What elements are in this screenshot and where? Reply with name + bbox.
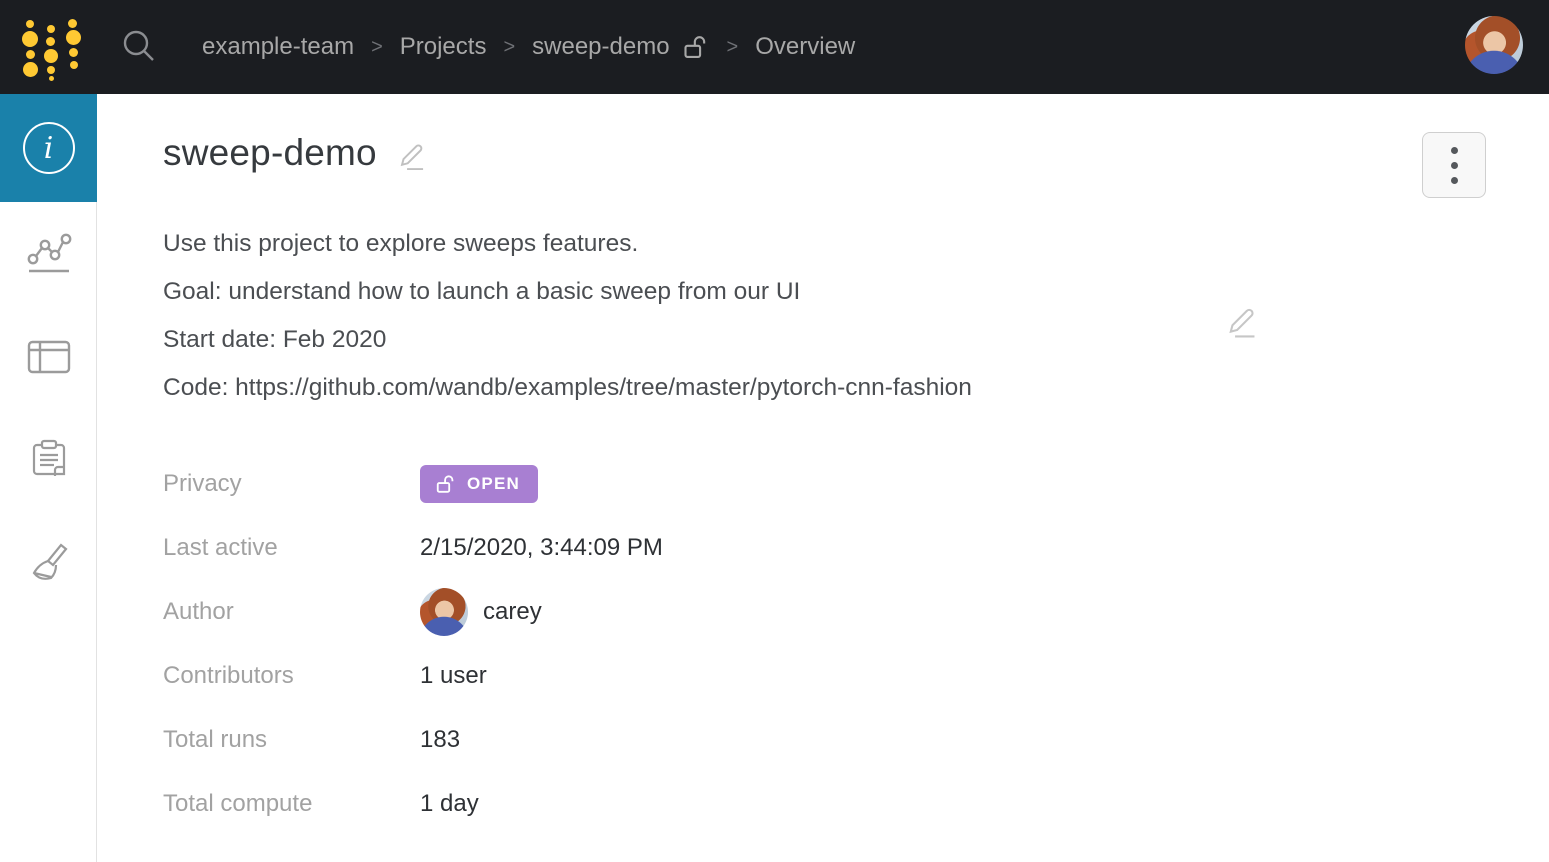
- project-description: Use this project to explore sweeps featu…: [163, 220, 1486, 412]
- sidebar-item-table[interactable]: [0, 305, 97, 408]
- description-line: Code: https://github.com/wandb/examples/…: [163, 374, 972, 401]
- total-compute-value: 1 day: [420, 790, 479, 817]
- total-compute-label: Total compute: [163, 790, 313, 817]
- last-active-label: Last active: [163, 534, 278, 561]
- detail-row-last-active: Last active 2/15/2020, 3:44:09 PM: [163, 516, 1486, 580]
- kebab-dot: [1450, 146, 1458, 154]
- sidebar-item-reports[interactable]: [0, 408, 97, 511]
- contributors-value: 1 user: [420, 662, 487, 689]
- author-avatar[interactable]: [420, 588, 468, 636]
- project-overview-panel: sweep-demo Use this project to explore s…: [98, 94, 1549, 862]
- edit-description-pencil-icon[interactable]: [1225, 306, 1259, 342]
- line-chart-icon: [26, 232, 72, 276]
- search-icon[interactable]: [120, 28, 158, 66]
- breadcrumb-overview[interactable]: Overview: [755, 33, 855, 61]
- top-navigation-bar: example-team > Projects > sweep-demo > O…: [0, 0, 1549, 94]
- privacy-badge-text: OPEN: [467, 474, 520, 493]
- last-active-value: 2/15/2020, 3:44:09 PM: [420, 534, 663, 561]
- privacy-label: Privacy: [163, 470, 242, 497]
- clipboard-icon: [28, 438, 70, 482]
- breadcrumb-projects[interactable]: Projects: [400, 33, 487, 61]
- table-icon: [26, 337, 72, 377]
- total-runs-value: 183: [420, 726, 461, 753]
- page-title: sweep-demo: [163, 132, 377, 173]
- contributors-label: Contributors: [163, 662, 294, 689]
- breadcrumb-separator: >: [371, 35, 383, 58]
- detail-row-privacy: Privacy OPEN: [163, 452, 1486, 516]
- project-sidebar: i: [0, 94, 97, 862]
- description-line: Goal: understand how to launch a basic s…: [163, 278, 801, 305]
- author-label: Author: [163, 598, 234, 625]
- edit-title-pencil-icon[interactable]: [397, 142, 427, 174]
- detail-row-contributors: Contributors 1 user: [163, 644, 1486, 708]
- project-details-table: Privacy OPEN Last active 2/15/2020, 3:44…: [163, 452, 1486, 836]
- breadcrumb-separator: >: [503, 35, 516, 58]
- kebab-dot: [1450, 161, 1458, 169]
- broom-icon: [27, 541, 71, 585]
- breadcrumb-project[interactable]: sweep-demo: [532, 33, 669, 61]
- privacy-open-badge: OPEN: [420, 465, 538, 503]
- wandb-logo-icon[interactable]: [22, 16, 82, 81]
- open-lock-icon: [682, 33, 710, 61]
- sidebar-item-sweeps[interactable]: [0, 511, 97, 614]
- detail-row-total-runs: Total runs 183: [163, 708, 1486, 772]
- open-lock-icon: [436, 475, 454, 493]
- detail-row-author: Author carey: [163, 580, 1486, 644]
- user-avatar[interactable]: [1465, 16, 1523, 74]
- total-runs-label: Total runs: [163, 726, 268, 753]
- kebab-dot: [1450, 176, 1458, 184]
- info-icon: i: [22, 122, 75, 174]
- description-line: Start date: Feb 2020: [163, 326, 387, 353]
- sidebar-item-workspace[interactable]: [0, 202, 97, 305]
- breadcrumb-team[interactable]: example-team: [202, 33, 354, 61]
- description-line: Use this project to explore sweeps featu…: [163, 230, 639, 257]
- sidebar-item-overview[interactable]: i: [0, 94, 97, 202]
- detail-row-total-compute: Total compute 1 day: [163, 772, 1486, 836]
- breadcrumb-separator: >: [726, 35, 739, 58]
- breadcrumb: example-team > Projects > sweep-demo > O…: [202, 33, 855, 61]
- author-name[interactable]: carey: [483, 598, 542, 626]
- project-menu-button[interactable]: [1422, 132, 1486, 198]
